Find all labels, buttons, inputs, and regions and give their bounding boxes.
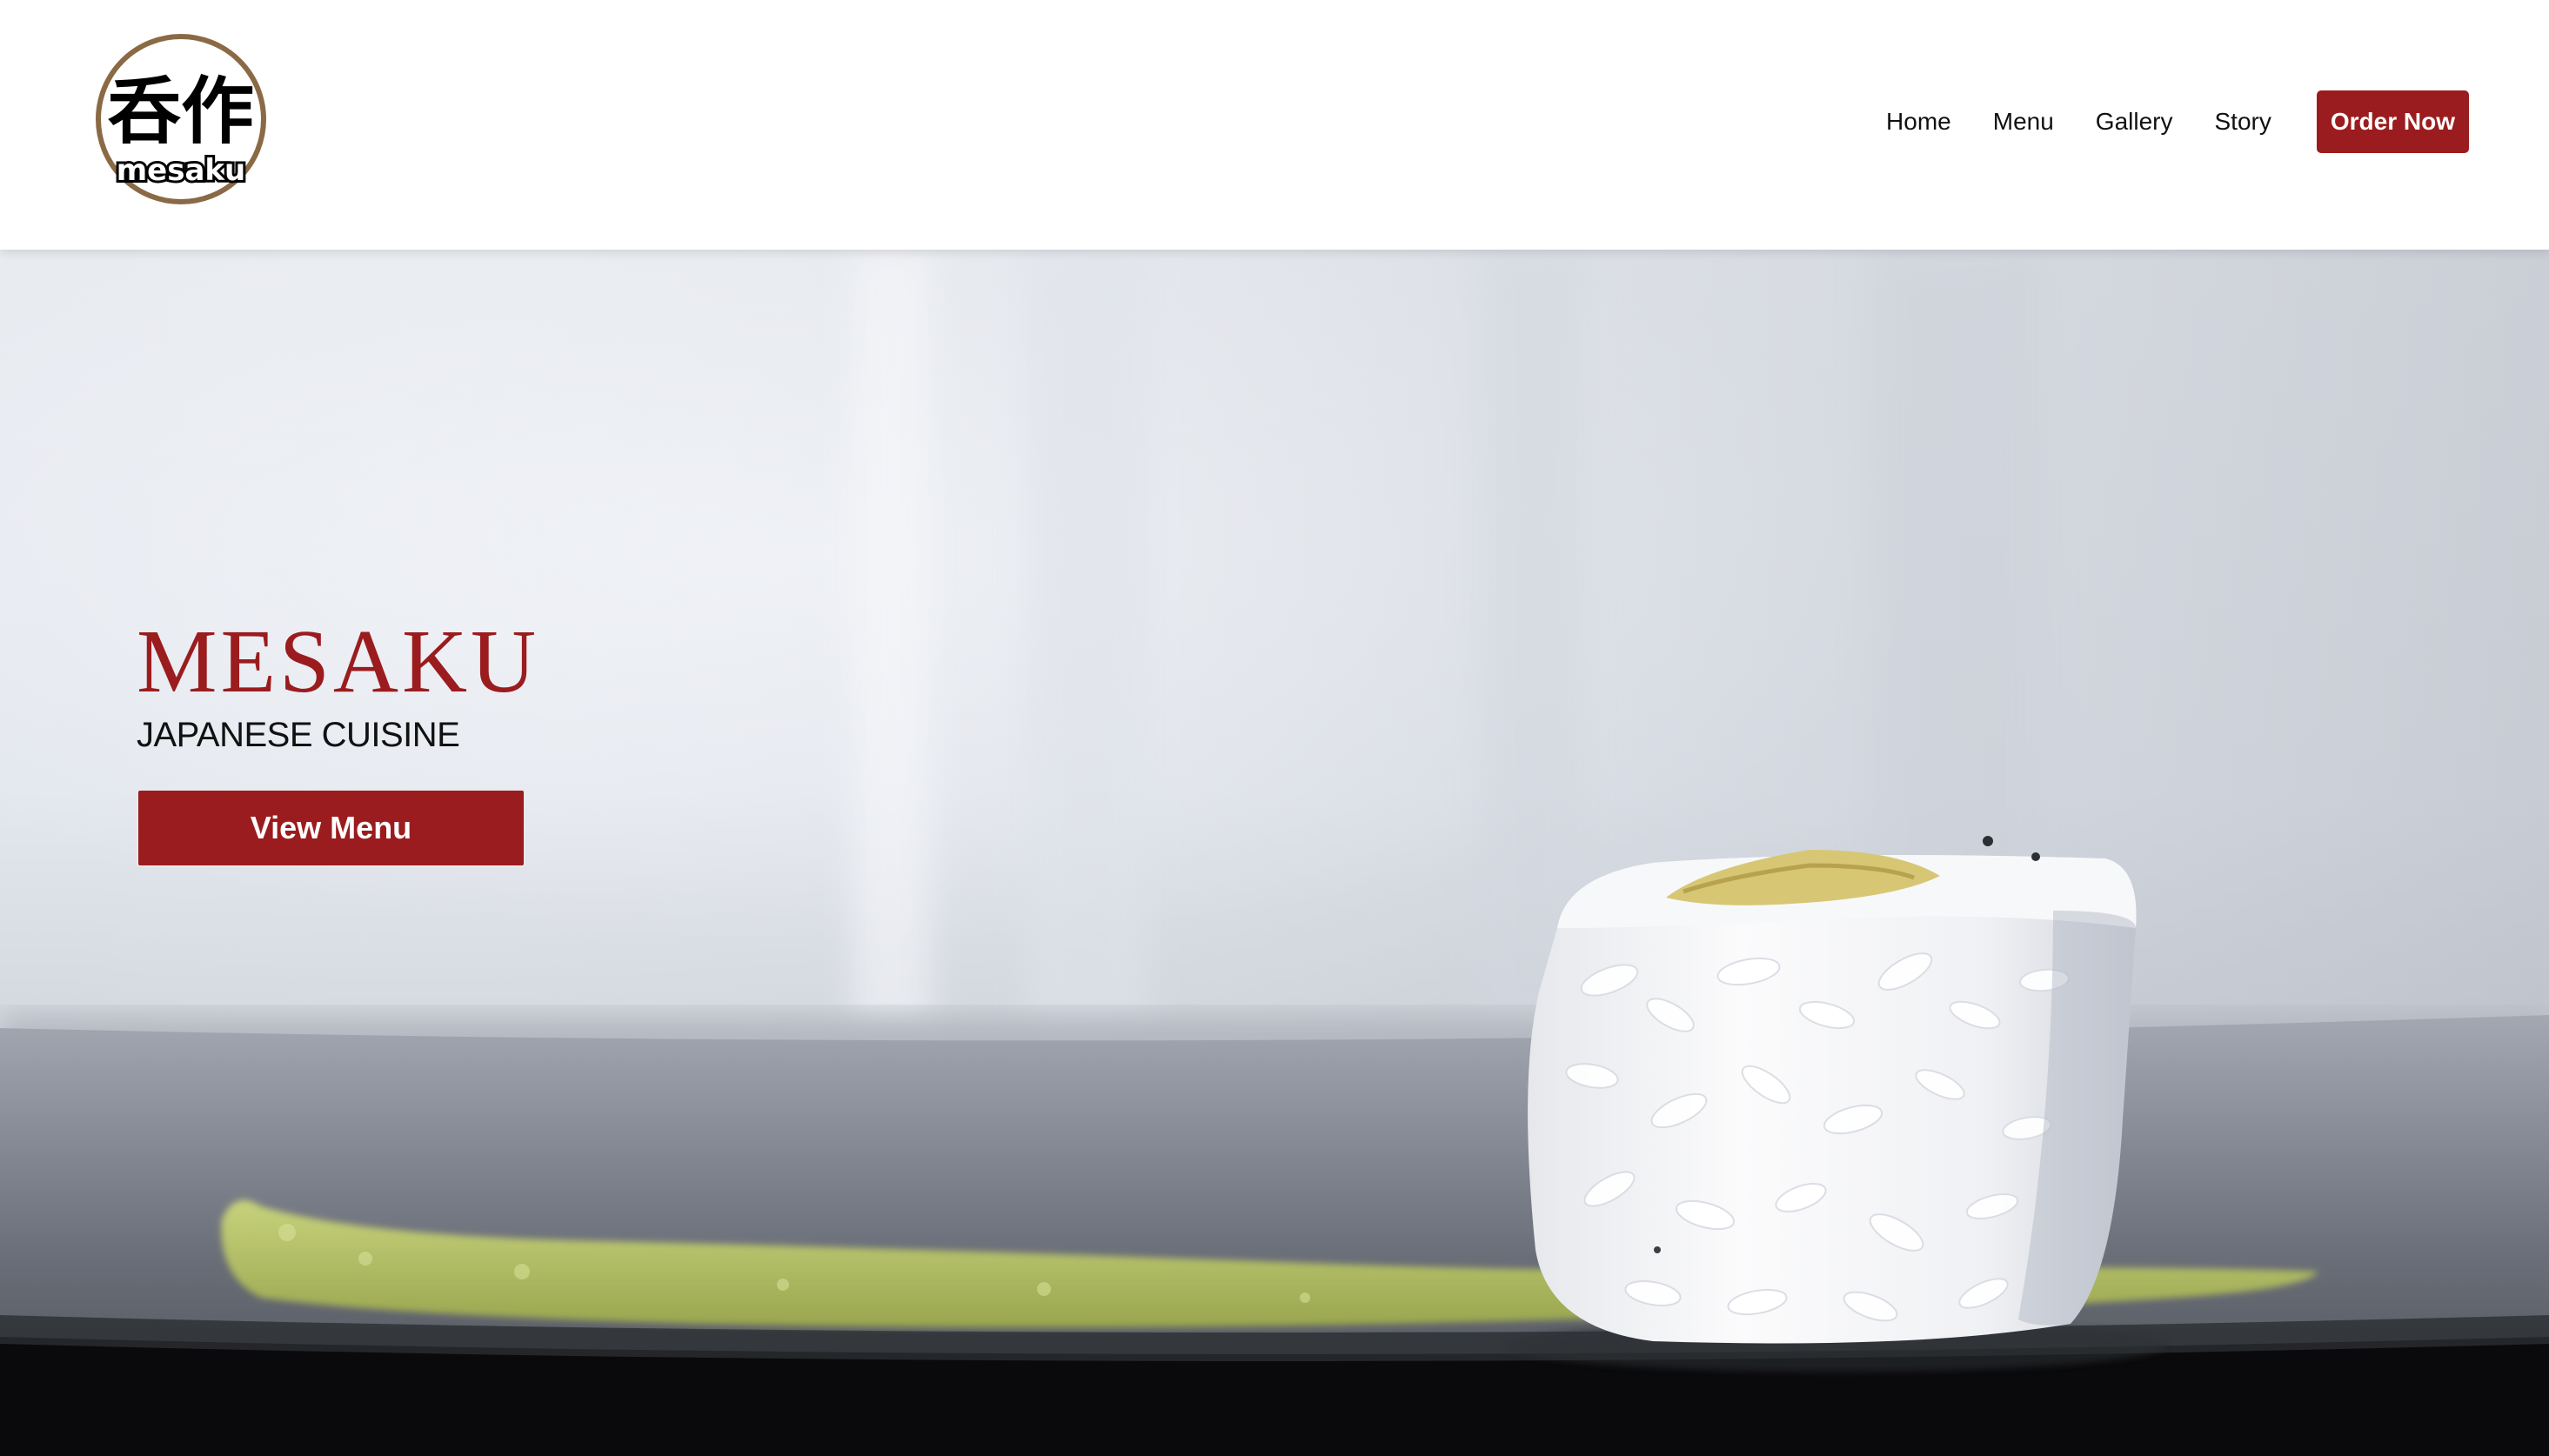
hero-subtitle: JAPANESE CUISINE: [137, 716, 460, 754]
view-menu-button[interactable]: View Menu: [137, 789, 525, 867]
nav-link-home[interactable]: Home: [1886, 108, 1951, 136]
hero-section: MESAKU JAPANESE CUISINE View Menu: [0, 250, 2549, 1456]
main-nav: Home Menu Gallery Story Order Now: [1886, 90, 2469, 153]
mesaku-logo-icon[interactable]: 呑作 mesaku: [94, 32, 268, 206]
site-header: 呑作 mesaku Home Menu Gallery Story Order …: [0, 0, 2549, 250]
order-now-button[interactable]: Order Now: [2316, 90, 2469, 153]
hero-content: MESAKU JAPANESE CUISINE View Menu: [137, 617, 539, 867]
nav-link-story[interactable]: Story: [2215, 108, 2271, 136]
logo-wordmark: mesaku: [117, 153, 245, 188]
logo-kanji: 呑作: [108, 69, 254, 154]
hero-title: MESAKU: [137, 611, 540, 711]
nav-link-menu[interactable]: Menu: [1993, 108, 2054, 136]
nav-link-gallery[interactable]: Gallery: [2096, 108, 2173, 136]
